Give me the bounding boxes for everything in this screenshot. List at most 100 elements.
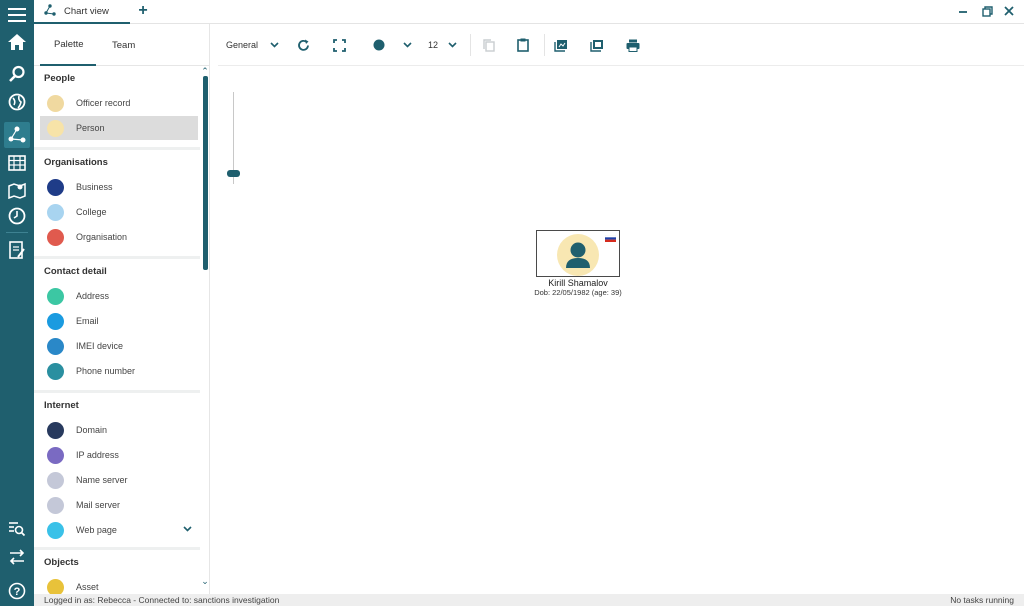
palette-list: People Officer record Person Organisations B…	[34, 66, 200, 594]
transfer-icon[interactable]	[4, 544, 30, 570]
tab-team[interactable]: Team	[104, 24, 160, 66]
palette-group-title: Objects	[44, 556, 79, 568]
toolbar-divider	[470, 34, 471, 56]
palette-item-label: Person	[76, 123, 105, 133]
refresh-icon[interactable]	[294, 36, 312, 54]
palette-group: People	[34, 66, 200, 90]
new-tab-button[interactable]: +	[134, 2, 152, 20]
tab-palette[interactable]: Palette	[40, 24, 96, 66]
chart-canvas[interactable]: Kirill Shamalov Dob: 22/05/1982 (age: 39…	[218, 66, 1024, 594]
imei-device-icon	[47, 338, 64, 355]
organisation-icon	[47, 229, 64, 246]
address-icon	[47, 288, 64, 305]
entity-name-label: Kirill Shamalov	[548, 278, 608, 288]
domain-icon	[47, 422, 64, 439]
export-image-icon[interactable]	[552, 36, 570, 54]
palette-item-asset[interactable]: Asset	[40, 575, 198, 594]
svg-text:?: ?	[14, 586, 21, 598]
palette-item-domain[interactable]: Domain	[40, 418, 198, 442]
palette-item-web-page[interactable]: Web page	[40, 518, 198, 542]
entity-dob-label: Dob: 22/05/1982 (age: 39)	[534, 288, 622, 297]
palette-item-mail-server[interactable]: Mail server	[40, 493, 198, 517]
minimize-icon[interactable]	[954, 3, 972, 19]
node-style-icon[interactable]	[370, 36, 388, 54]
layout-select[interactable]: General	[226, 36, 286, 54]
palette-item-college[interactable]: College	[40, 200, 198, 224]
search-icon[interactable]	[4, 61, 30, 87]
palette-item-label: IMEI device	[76, 341, 124, 351]
scrollbar-thumb[interactable]	[203, 76, 208, 270]
palette-item-name-server[interactable]: Name server	[40, 468, 198, 492]
chevron-down-icon[interactable]	[400, 36, 414, 54]
report-icon[interactable]	[4, 237, 30, 263]
chevron-down-icon	[448, 40, 457, 51]
palette-group-title: Internet	[44, 399, 79, 411]
restore-icon[interactable]	[978, 3, 996, 19]
palette-item-imei-device[interactable]: IMEI device	[40, 334, 198, 358]
palette-group: Internet	[34, 393, 200, 417]
phone-number-icon	[47, 363, 64, 380]
palette-item-label: Domain	[76, 425, 108, 435]
person-icon	[47, 120, 64, 137]
chart-network-icon	[44, 3, 56, 19]
export-gallery-icon[interactable]	[588, 36, 606, 54]
palette-item-email[interactable]: Email	[40, 309, 198, 333]
mail-server-icon	[47, 497, 64, 514]
palette-item-label: Asset	[76, 582, 99, 592]
palette-item-address[interactable]: Address	[40, 284, 198, 308]
palette-item-label: Organisation	[76, 232, 128, 242]
print-icon[interactable]	[624, 36, 642, 54]
home-icon[interactable]	[4, 29, 30, 55]
copy-icon[interactable]	[480, 36, 498, 54]
fit-to-window-icon[interactable]	[330, 36, 348, 54]
palette-group-title: People	[44, 72, 76, 84]
app-rail: ?	[0, 0, 34, 606]
palette-scrollbar[interactable]: ⌃ ⌄	[200, 66, 210, 594]
person-entity-node[interactable]	[536, 230, 620, 277]
window-titlebar: Chart view +	[34, 0, 1024, 24]
chart-network-icon[interactable]	[4, 122, 30, 148]
tab-chart-view[interactable]: Chart view	[34, 0, 130, 24]
palette-item-label: Business	[76, 182, 113, 192]
palette-item-label: Mail server	[76, 500, 121, 510]
tab-title: Chart view	[64, 5, 109, 17]
chart-toolbar: General 12	[218, 24, 1024, 66]
palette-group-title: Organisations	[44, 156, 108, 168]
palette-item-officer-record[interactable]: Officer record	[40, 91, 198, 115]
clock-icon[interactable]	[4, 203, 30, 229]
palette-item-person[interactable]: Person	[40, 116, 198, 140]
asset-icon	[47, 579, 64, 594]
chevron-down-icon[interactable]: ⌄	[200, 576, 210, 586]
college-icon	[47, 204, 64, 221]
tab-team-label: Team	[112, 39, 136, 51]
russia-flag-icon	[604, 234, 617, 242]
tab-palette-label: Palette	[54, 38, 84, 50]
globe-icon[interactable]	[4, 89, 30, 115]
palette-item-business[interactable]: Business	[40, 175, 198, 199]
close-icon[interactable]	[1000, 3, 1018, 19]
business-icon	[47, 179, 64, 196]
rail-divider	[6, 232, 28, 233]
chevron-up-icon[interactable]: ⌃	[200, 66, 210, 76]
palette-item-label: College	[76, 207, 107, 217]
palette-tabs: Palette Team	[34, 24, 210, 66]
palette-group-title: Contact detail	[44, 265, 107, 277]
palette-group: Organisations	[34, 150, 200, 174]
menu-icon[interactable]	[4, 2, 30, 28]
paste-icon[interactable]	[514, 36, 532, 54]
help-icon[interactable]: ?	[4, 578, 30, 604]
status-bar: Logged in as: Rebecca - Connected to: sa…	[34, 594, 1024, 606]
zoom-slider-handle[interactable]	[227, 170, 240, 177]
chevron-down-icon[interactable]	[183, 524, 192, 535]
palette-item-organisation[interactable]: Organisation	[40, 225, 198, 249]
table-icon[interactable]	[4, 150, 30, 176]
person-icon	[557, 234, 599, 276]
map-icon[interactable]	[4, 177, 30, 203]
palette-item-phone-number[interactable]: Phone number	[40, 359, 198, 383]
palette-item-ip-address[interactable]: IP address	[40, 443, 198, 467]
palette-item-label: Address	[76, 291, 110, 301]
font-size-select[interactable]: 12	[428, 36, 468, 54]
web-page-icon	[47, 522, 64, 539]
palette-item-label: Officer record	[76, 98, 131, 108]
search-list-icon[interactable]	[4, 516, 30, 542]
